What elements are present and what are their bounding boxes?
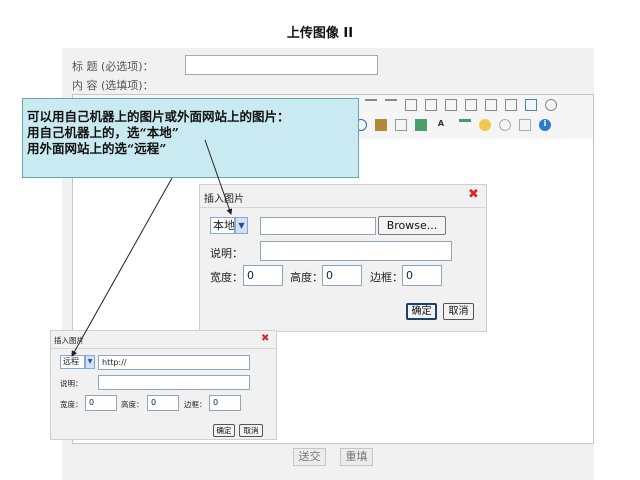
dialog-divider xyxy=(51,348,276,349)
flash-icon[interactable] xyxy=(375,119,387,131)
border-label: 边框： xyxy=(184,400,207,409)
width-input[interactable]: 0 xyxy=(243,265,283,286)
content-label: 内 容 (选填项)： xyxy=(72,79,154,92)
dialog-divider xyxy=(200,207,486,208)
desc-input[interactable] xyxy=(260,241,452,261)
help-callout: 可以用自己机器上的图片或外面网站上的图片： 用自己机器上的，选“本地” 用外面网… xyxy=(22,98,359,178)
indent-icon[interactable] xyxy=(465,99,477,111)
width-label: 宽度： xyxy=(60,400,83,409)
chevron-down-icon[interactable]: ▼ xyxy=(235,217,248,234)
align-left-icon[interactable] xyxy=(365,99,377,111)
height-label: 高度： xyxy=(290,271,323,284)
file-path-input[interactable] xyxy=(260,217,376,235)
settings-icon[interactable] xyxy=(519,119,531,131)
align-center-icon[interactable] xyxy=(385,99,397,111)
height-label: 高度： xyxy=(121,400,144,409)
outdent-icon[interactable] xyxy=(445,99,457,111)
width-input[interactable]: 0 xyxy=(85,395,117,411)
info-icon[interactable]: i xyxy=(539,119,551,131)
dialog-title: 插入图片 xyxy=(54,336,84,345)
insert-image-dialog-local: 插入图片 ✖ 本地 ▼ Browse... 说明： 宽度： 0 高度： 0 边框… xyxy=(199,184,487,332)
border-label: 边框： xyxy=(370,271,403,284)
height-input[interactable]: 0 xyxy=(322,265,362,286)
special-char-icon[interactable] xyxy=(499,119,511,131)
ordered-list-icon[interactable] xyxy=(405,99,417,111)
source-select[interactable]: 远程 xyxy=(60,355,85,369)
dialog-title: 插入图片 xyxy=(204,194,244,205)
page-title: 上传图像 II xyxy=(286,26,354,41)
height-input[interactable]: 0 xyxy=(147,395,179,411)
chevron-down-icon[interactable]: ▼ xyxy=(85,355,95,369)
callout-line: 用自己机器上的，选“本地” xyxy=(27,125,179,140)
text-box-icon[interactable] xyxy=(485,99,497,111)
reset-button[interactable]: 重填 xyxy=(340,448,373,466)
border-input[interactable]: 0 xyxy=(209,395,241,411)
source-select[interactable]: 本地 xyxy=(210,217,235,234)
desc-label: 说明： xyxy=(210,247,243,260)
submit-button[interactable]: 送交 xyxy=(293,448,326,466)
browse-button[interactable]: Browse... xyxy=(378,216,446,235)
date-icon[interactable] xyxy=(525,99,537,111)
border-input[interactable]: 0 xyxy=(402,265,442,286)
media-icon[interactable] xyxy=(395,119,407,131)
horizontal-rule-icon[interactable] xyxy=(459,119,471,131)
desc-input[interactable] xyxy=(98,375,250,390)
close-icon[interactable]: ✖ xyxy=(261,333,269,344)
ok-button[interactable]: 确定 xyxy=(406,303,437,320)
text-style-icon[interactable] xyxy=(505,99,517,111)
url-input[interactable]: http:// xyxy=(98,355,250,370)
table-icon[interactable] xyxy=(415,119,427,131)
close-icon[interactable]: ✖ xyxy=(468,187,479,202)
spellcheck-icon[interactable]: A xyxy=(435,119,447,131)
cancel-button[interactable]: 取消 xyxy=(239,424,263,437)
title-input[interactable] xyxy=(185,55,378,75)
callout-line: 可以用自己机器上的图片或外面网站上的图片： xyxy=(27,109,290,124)
ok-button[interactable]: 确定 xyxy=(213,424,235,437)
cancel-button[interactable]: 取消 xyxy=(443,303,474,320)
title-label: 标 题 (必选项)： xyxy=(72,60,154,73)
emoticon-icon[interactable] xyxy=(479,119,491,131)
callout-line: 用外面网站上的选“远程” xyxy=(27,141,167,156)
desc-label: 说明： xyxy=(60,379,83,388)
insert-image-dialog-remote: 插入图片 ✖ 远程 ▼ http:// 说明： 宽度： 0 高度： 0 边框： … xyxy=(50,330,277,440)
unordered-list-icon[interactable] xyxy=(425,99,437,111)
width-label: 宽度： xyxy=(210,271,243,284)
clock-icon[interactable] xyxy=(545,99,557,111)
